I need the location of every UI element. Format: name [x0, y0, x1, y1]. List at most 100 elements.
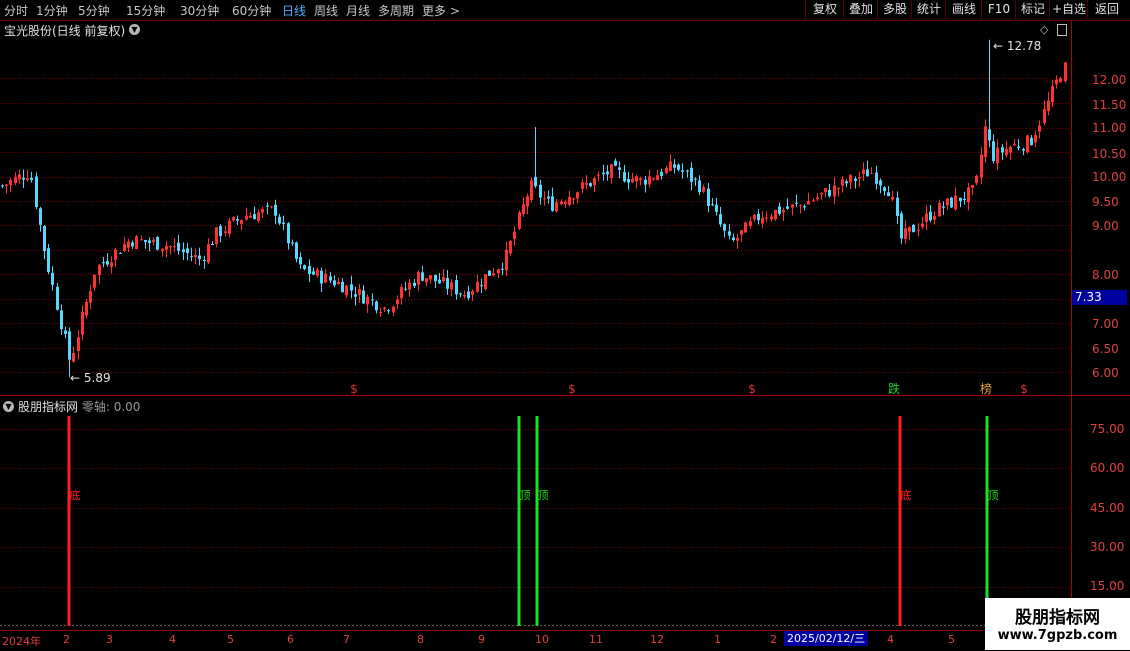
date-tick: 10: [535, 633, 549, 646]
candle-body: [711, 204, 714, 206]
candle-body: [816, 197, 819, 200]
price-tick: 10.00: [1092, 170, 1127, 184]
candle-body: [954, 195, 957, 210]
candle-body: [870, 173, 873, 175]
candle-body: [1030, 137, 1033, 146]
candle-body: [425, 278, 428, 283]
candle-body: [522, 204, 525, 214]
candle-body: [308, 265, 311, 275]
candle-body: [5, 184, 8, 186]
watermark-title: 股朋指标网: [1015, 608, 1100, 628]
candle-body: [26, 178, 29, 180]
candle-body: [463, 294, 466, 297]
candle-body: [68, 331, 71, 360]
candle-body: [967, 187, 970, 203]
date-tick: 4: [169, 633, 176, 646]
signal-label: 底: [70, 488, 81, 502]
candle-body: [471, 291, 474, 295]
candle-body: [110, 262, 113, 268]
candle-body: [644, 179, 647, 185]
date-tick: 3: [106, 633, 113, 646]
candle-body: [480, 285, 483, 287]
candle-body: [106, 261, 109, 265]
candle-body: [602, 172, 605, 175]
candle-body: [723, 224, 726, 231]
candle-body: [732, 237, 735, 241]
price-axis: 12.00 11.50 11.00 10.50 10.00 9.50 9.00 …: [1072, 20, 1130, 630]
candle-body: [329, 276, 332, 281]
candle-body: [417, 272, 420, 285]
signal-bar: [517, 416, 521, 626]
candle-body: [47, 248, 50, 273]
cursor-date-badge: 2025/02/12/三: [784, 631, 869, 646]
chart-canvas[interactable]: ← 12.78← 5.89$ $ $ 跌榜 $底顶顶底顶: [0, 0, 1130, 650]
signal-bar: [985, 416, 989, 600]
date-axis: 2024年 2 3 4 5 6 7 8 9 10 11 12 1 2 4 5: [0, 630, 1072, 651]
candle-body: [849, 175, 852, 183]
candle-body: [123, 244, 126, 251]
event-marker: $: [748, 382, 756, 396]
candle-body: [505, 249, 508, 271]
candle-body: [971, 184, 974, 188]
date-tick: 2: [770, 633, 777, 646]
candle-body: [749, 221, 752, 227]
candle-body: [131, 242, 134, 247]
candle-body: [988, 129, 991, 141]
candle-body: [35, 176, 38, 208]
candle-body: [770, 216, 773, 220]
candle-body: [43, 225, 46, 252]
indicator-tick: 45.00: [1090, 501, 1125, 515]
current-price-badge: 7.33: [1072, 290, 1127, 305]
candle-body: [77, 337, 80, 352]
indicator-tick: 30.00: [1090, 540, 1125, 554]
candle-body: [135, 236, 138, 250]
date-tick: 5: [948, 633, 955, 646]
candle-body: [635, 176, 638, 182]
candle-body: [1043, 109, 1046, 124]
candle-body: [686, 170, 689, 172]
candle-body: [543, 198, 546, 200]
candle-body: [337, 281, 340, 285]
candle-body: [488, 270, 491, 276]
event-marker: $: [568, 382, 576, 396]
candle-body: [476, 281, 479, 292]
candle-body: [660, 171, 663, 176]
candle-body: [438, 279, 441, 284]
max-price-label: ← 12.78: [993, 39, 1041, 53]
candle-body: [89, 291, 92, 303]
candle-body: [215, 227, 218, 245]
candle-body: [854, 178, 857, 181]
candle-body: [623, 172, 626, 182]
candle-body: [1001, 147, 1004, 153]
candle-body: [119, 253, 122, 255]
event-marker: 榜: [980, 381, 992, 396]
signal-label: 顶: [988, 489, 999, 502]
candle-body: [946, 198, 949, 206]
candle-body: [186, 248, 189, 254]
candle-body: [354, 294, 357, 297]
candle-body: [30, 177, 33, 181]
candle-body: [572, 198, 575, 200]
candle-body: [803, 206, 806, 208]
candle-body: [236, 219, 239, 221]
candle-body: [484, 274, 487, 290]
candle-body: [581, 182, 584, 189]
candle-body: [274, 204, 277, 216]
candle-body: [938, 202, 941, 217]
candle-body: [455, 280, 458, 295]
candle-body: [228, 220, 231, 234]
candle-body: [421, 272, 424, 281]
candle-body: [299, 257, 302, 265]
candle-body: [173, 246, 176, 248]
candle-body: [219, 226, 222, 236]
candle-body: [681, 170, 684, 172]
candle-body: [883, 187, 886, 192]
candle-body: [257, 212, 260, 221]
candle-body: [858, 176, 861, 179]
candle-body: [568, 196, 571, 206]
candle-body: [639, 178, 642, 180]
date-tick: 8: [417, 633, 424, 646]
candle-body: [761, 217, 764, 224]
candle-body: [400, 286, 403, 299]
candle-body: [156, 236, 159, 250]
